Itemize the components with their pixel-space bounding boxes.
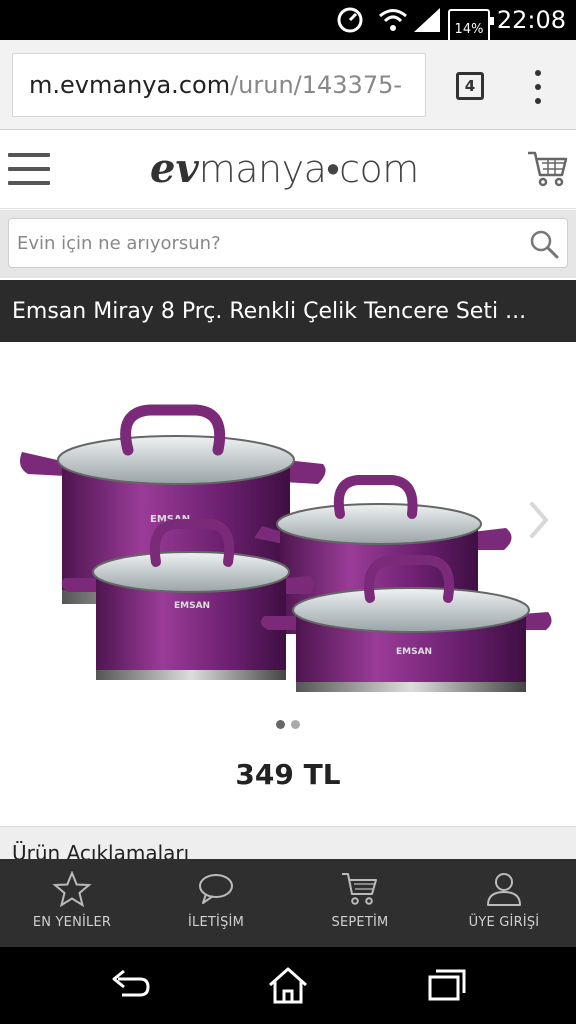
system-nav-bar [0, 947, 576, 1024]
logo-ev: ev [150, 145, 199, 192]
search-input[interactable] [17, 219, 517, 267]
brand-label: EMSAN [174, 601, 210, 611]
url-path: /urun/143375- [230, 71, 403, 99]
signal-icon [414, 0, 440, 40]
browser-menu-button[interactable] [530, 70, 546, 104]
nav-label: ÜYE GİRİŞİ [468, 915, 540, 930]
image-pagination [0, 720, 576, 732]
nav-item-new[interactable]: EN YENİLER [0, 859, 144, 947]
nav-item-contact[interactable]: İLETİŞİM [144, 859, 288, 947]
nav-item-cart[interactable]: SEPETİM [288, 859, 432, 947]
product-title-bar: Emsan Miray 8 Prç. Renkli Çelik Tencere … [0, 280, 576, 342]
search-box [8, 218, 568, 268]
hamburger-menu-icon[interactable] [8, 153, 50, 185]
menu-dot-icon [535, 84, 541, 90]
url-bar[interactable]: m.evmanya.com/urun/143375- [12, 53, 426, 117]
star-icon [52, 871, 92, 907]
home-icon[interactable] [266, 965, 310, 1005]
user-icon [487, 873, 521, 906]
url-host: m.evmanya.com [29, 71, 231, 99]
pagination-dot-active[interactable] [276, 720, 285, 729]
chat-bubble-icon [199, 874, 233, 904]
product-price: 349 TL [235, 758, 341, 791]
nav-label: İLETİŞİM [188, 915, 244, 930]
clock: 22:08 [496, 6, 566, 34]
site-logo[interactable]: ev manya•com [150, 145, 430, 192]
product-title: Emsan Miray 8 Prç. Renkli Çelik Tencere … [12, 298, 527, 324]
nav-label: EN YENİLER [32, 915, 112, 930]
data-saver-icon [336, 0, 364, 40]
back-icon[interactable] [108, 965, 152, 1005]
nav-label: SEPETİM [331, 915, 389, 930]
cart-icon[interactable] [526, 149, 570, 189]
recent-apps-icon[interactable] [424, 965, 468, 1005]
nav-item-login[interactable]: ÜYE GİRİŞİ [432, 859, 576, 947]
site-header: ev manya•com [0, 131, 576, 209]
product-gallery[interactable]: EMSAN EMSAN EMSAN [0, 342, 576, 712]
cart-icon [342, 873, 377, 905]
next-image-icon[interactable] [524, 498, 554, 542]
brand-label: EMSAN [396, 647, 432, 657]
menu-dot-icon [535, 70, 541, 76]
bottom-nav: EN YENİLER İLETİŞİM SEPETİM ÜYE GİRİŞİ [0, 859, 576, 947]
search-strip [0, 210, 576, 278]
product-image: EMSAN EMSAN EMSAN [20, 404, 552, 692]
logo-rest: manya•com [198, 147, 420, 191]
search-icon[interactable] [529, 229, 559, 259]
browser-toolbar: m.evmanya.com/urun/143375- 4 [0, 40, 576, 130]
tab-switcher-button[interactable]: 4 [456, 72, 484, 100]
wifi-icon [378, 0, 408, 40]
menu-dot-icon [535, 98, 541, 104]
pagination-dot[interactable] [291, 720, 300, 729]
status-bar: 14% 22:08 [0, 0, 576, 49]
